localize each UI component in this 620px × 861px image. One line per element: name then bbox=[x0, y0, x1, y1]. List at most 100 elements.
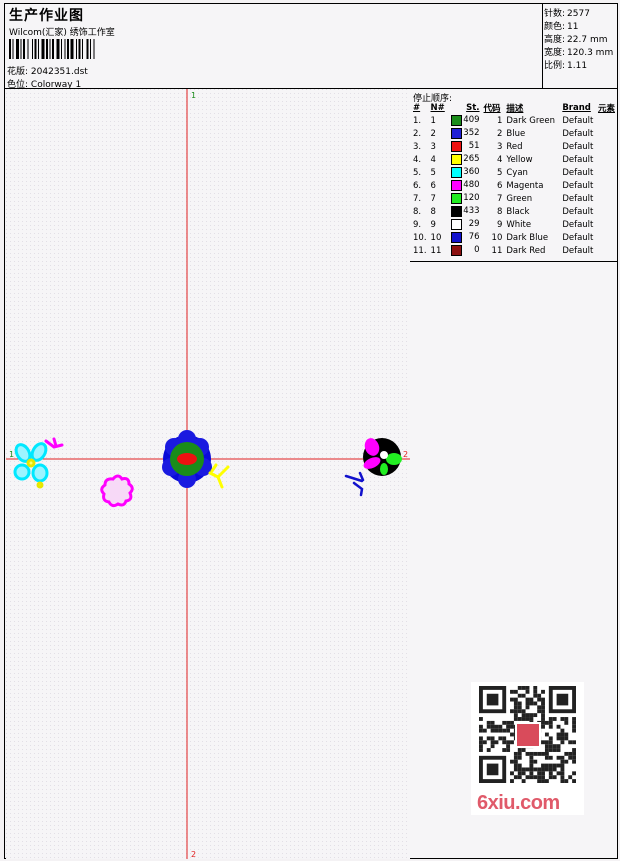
table-row: 10. 10 76 10 Dark Blue Default bbox=[411, 231, 617, 244]
qr-watermark: 6xiu.com bbox=[471, 682, 584, 815]
seal-stamp bbox=[515, 722, 541, 748]
row-stitches: 0 bbox=[449, 244, 481, 257]
row-stitches: 29 bbox=[449, 218, 481, 231]
row-needle: 2 bbox=[430, 128, 436, 139]
row-brand: Default bbox=[562, 245, 594, 256]
color-swatch bbox=[451, 219, 463, 230]
row-code: 3 bbox=[496, 141, 503, 152]
row-code: 5 bbox=[496, 167, 503, 178]
row-description: Magenta bbox=[506, 180, 544, 191]
col-element: 元素 bbox=[597, 103, 615, 114]
row-needle: 4 bbox=[430, 154, 436, 165]
row-element bbox=[596, 218, 617, 231]
axis-marker-top: 1 bbox=[191, 91, 196, 100]
row-code: 11 bbox=[491, 245, 503, 256]
row-description: Blue bbox=[506, 128, 526, 139]
row-description: White bbox=[506, 219, 532, 230]
row-element bbox=[596, 153, 617, 166]
row-brand: Default bbox=[562, 154, 594, 165]
table-row: 6. 6 480 6 Magenta Default bbox=[411, 179, 617, 192]
table-row: 5. 5 360 5 Cyan Default bbox=[411, 166, 617, 179]
color-swatch bbox=[451, 141, 463, 152]
row-stitches: 409 bbox=[449, 114, 481, 127]
row-code: 10 bbox=[491, 232, 503, 243]
row-description: Green bbox=[506, 193, 533, 204]
color-swatch bbox=[451, 245, 463, 256]
info-height: 高度: 22.7 mm bbox=[544, 35, 608, 45]
studio-name: Wilcom(汇家) 绣饰工作室 bbox=[9, 28, 115, 38]
color-swatch bbox=[451, 154, 463, 165]
row-code: 1 bbox=[496, 115, 503, 126]
row-needle: 6 bbox=[430, 180, 436, 191]
table-row: 4. 4 265 4 Yellow Default bbox=[411, 153, 617, 166]
row-code: 9 bbox=[496, 219, 503, 230]
table-row: 3. 3 51 3 Red Default bbox=[411, 140, 617, 153]
production-sheet: 生产作业图 Wilcom(汇家) 绣饰工作室 花版: 2042351.dst 色… bbox=[4, 3, 618, 859]
row-brand: Default bbox=[562, 193, 594, 204]
row-index: 4. bbox=[413, 154, 422, 165]
row-needle: 8 bbox=[430, 206, 436, 217]
axis-marker-bottom: 2 bbox=[191, 850, 196, 859]
row-element bbox=[596, 205, 617, 218]
row-stitches: 360 bbox=[449, 166, 481, 179]
row-needle: 11 bbox=[430, 245, 442, 256]
design-canvas: 1 2 1 2 bbox=[6, 89, 410, 859]
row-index: 3. bbox=[413, 141, 422, 152]
row-needle: 10 bbox=[430, 232, 442, 243]
row-element bbox=[596, 231, 617, 244]
row-brand: Default bbox=[562, 206, 594, 217]
col-stitches: St. bbox=[466, 102, 480, 113]
magenta-flower-motif bbox=[100, 474, 134, 508]
col-brand: Brand bbox=[562, 102, 591, 113]
row-stitches: 51 bbox=[449, 140, 481, 153]
row-description: Dark Green bbox=[506, 115, 555, 126]
color-swatch bbox=[451, 115, 463, 126]
table-row: 9. 9 29 9 White Default bbox=[411, 218, 617, 231]
row-brand: Default bbox=[562, 167, 594, 178]
color-swatch bbox=[451, 180, 463, 191]
row-brand: Default bbox=[562, 219, 594, 230]
row-stitches: 265 bbox=[449, 153, 481, 166]
row-index: 1. bbox=[413, 115, 422, 126]
stop-sequence-table: # N# St. 代码 描述 Brand 元素 1. 1 409 1 Dark Gree… bbox=[411, 101, 617, 257]
table-row: 7. 7 120 7 Green Default bbox=[411, 192, 617, 205]
row-brand: Default bbox=[562, 180, 594, 191]
row-index: 6. bbox=[413, 180, 422, 191]
col-description: 描述 bbox=[506, 103, 524, 114]
row-needle: 1 bbox=[430, 115, 436, 126]
row-stitches: 120 bbox=[449, 192, 481, 205]
table-row: 8. 8 433 8 Black Default bbox=[411, 205, 617, 218]
barcode-icon bbox=[9, 39, 95, 59]
row-description: Black bbox=[506, 206, 530, 217]
row-description: Dark Blue bbox=[506, 232, 549, 243]
row-code: 2 bbox=[496, 128, 503, 139]
row-brand: Default bbox=[562, 232, 594, 243]
info-stitches: 针数: 2577 bbox=[544, 9, 590, 19]
row-code: 8 bbox=[496, 206, 503, 217]
row-element bbox=[596, 114, 617, 127]
sheet-title: 生产作业图 bbox=[9, 8, 84, 24]
row-stitches: 76 bbox=[449, 231, 481, 244]
row-brand: Default bbox=[562, 128, 594, 139]
row-stitches: 352 bbox=[449, 127, 481, 140]
row-needle: 5 bbox=[430, 167, 436, 178]
row-needle: 3 bbox=[430, 141, 436, 152]
color-swatch bbox=[451, 128, 463, 139]
table-row: 11. 11 0 11 Dark Red Default bbox=[411, 244, 617, 257]
col-needle: N# bbox=[430, 102, 445, 113]
color-swatch bbox=[451, 167, 463, 178]
row-element bbox=[596, 179, 617, 192]
row-index: 9. bbox=[413, 219, 422, 230]
embroidery-preview: 1 2 1 2 bbox=[6, 89, 410, 859]
table-row: 1. 1 409 1 Dark Green Default bbox=[411, 114, 617, 127]
info-scale: 比例: 1.11 bbox=[544, 61, 588, 71]
col-index: # bbox=[413, 102, 421, 113]
row-brand: Default bbox=[562, 115, 594, 126]
row-index: 10. bbox=[413, 232, 427, 243]
design-file-line: 花版: 2042351.dst bbox=[7, 64, 88, 77]
col-code: 代码 bbox=[483, 103, 501, 114]
row-needle: 9 bbox=[430, 219, 436, 230]
row-element bbox=[596, 127, 617, 140]
row-element bbox=[596, 166, 617, 179]
row-element bbox=[596, 244, 617, 257]
